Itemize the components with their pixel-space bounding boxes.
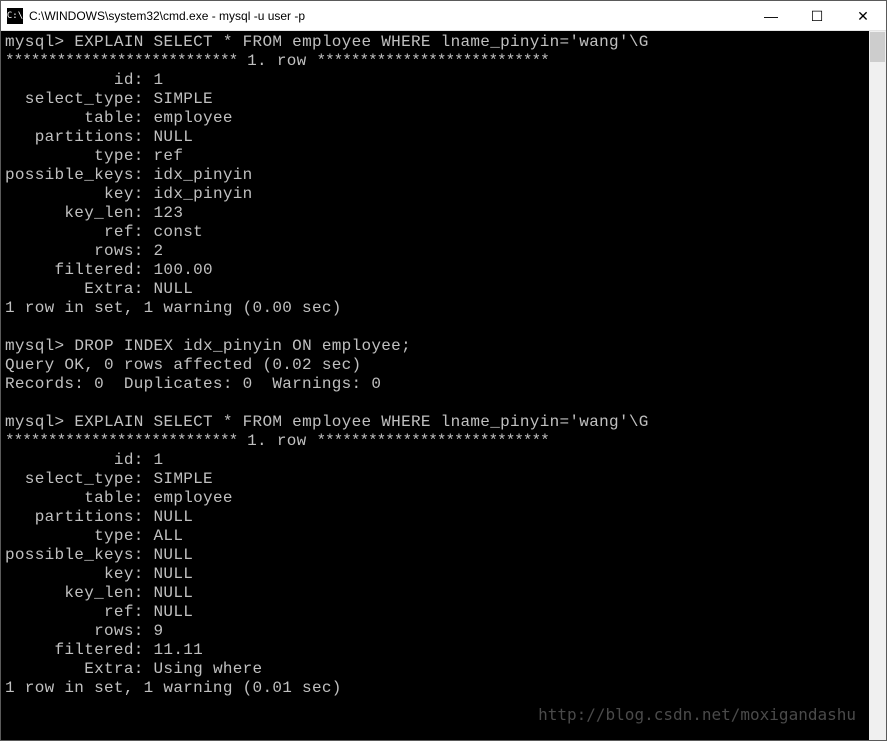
drop-result-2: Records: 0 Duplicates: 0 Warnings: 0 [5, 375, 381, 393]
minimize-button[interactable]: — [748, 1, 794, 31]
explain2-key: NULL [154, 565, 194, 583]
maximize-button[interactable]: ☐ [794, 1, 840, 31]
explain1-key: idx_pinyin [154, 185, 253, 203]
window-controls: — ☐ ✕ [748, 1, 886, 30]
window-title: C:\WINDOWS\system32\cmd.exe - mysql -u u… [29, 9, 748, 23]
explain2-key-len: NULL [154, 584, 194, 602]
explain1-key-len: 123 [154, 204, 184, 222]
row-header: 1. row [237, 52, 316, 70]
explain2-extra: Using where [154, 660, 263, 678]
explain2-select-type: SIMPLE [154, 470, 213, 488]
close-button[interactable]: ✕ [840, 1, 886, 31]
explain2-type: ALL [154, 527, 184, 545]
explain1-table: employee [154, 109, 233, 127]
scrollbar[interactable] [869, 31, 886, 740]
terminal-output[interactable]: mysql> EXPLAIN SELECT * FROM employee WH… [1, 31, 869, 740]
row-separator-right: *************************** [316, 52, 548, 70]
explain2-ref: NULL [154, 603, 194, 621]
explain1-possible-keys: idx_pinyin [154, 166, 253, 184]
query-2: DROP INDEX idx_pinyin ON employee; [74, 337, 411, 355]
explain2-possible-keys: NULL [154, 546, 194, 564]
result-2: 1 row in set, 1 warning (0.01 sec) [5, 679, 342, 697]
explain2-table: employee [154, 489, 233, 507]
query-3: EXPLAIN SELECT * FROM employee WHERE lna… [74, 413, 648, 431]
query-1: EXPLAIN SELECT * FROM employee WHERE lna… [74, 33, 648, 51]
scrollbar-thumb[interactable] [870, 32, 885, 62]
explain1-id: 1 [154, 71, 164, 89]
explain2-rows: 9 [154, 622, 164, 640]
row-separator-right: *************************** [316, 432, 548, 450]
prompt: mysql> [5, 33, 64, 51]
app-icon: C:\ [7, 8, 23, 24]
explain1-partitions: NULL [154, 128, 194, 146]
prompt: mysql> [5, 413, 64, 431]
prompt: mysql> [5, 337, 64, 355]
cmd-window: C:\ C:\WINDOWS\system32\cmd.exe - mysql … [0, 0, 887, 741]
titlebar[interactable]: C:\ C:\WINDOWS\system32\cmd.exe - mysql … [1, 1, 886, 31]
explain1-type: ref [154, 147, 184, 165]
explain2-filtered: 11.11 [154, 641, 204, 659]
explain1-filtered: 100.00 [154, 261, 213, 279]
explain1-extra: NULL [154, 280, 194, 298]
explain2-id: 1 [154, 451, 164, 469]
explain1-select-type: SIMPLE [154, 90, 213, 108]
row-header: 1. row [237, 432, 316, 450]
result-1: 1 row in set, 1 warning (0.00 sec) [5, 299, 342, 317]
row-separator-left: *************************** [5, 432, 237, 450]
explain1-rows: 2 [154, 242, 164, 260]
drop-result-1: Query OK, 0 rows affected (0.02 sec) [5, 356, 361, 374]
explain2-partitions: NULL [154, 508, 194, 526]
terminal-area: mysql> EXPLAIN SELECT * FROM employee WH… [1, 31, 886, 740]
row-separator-left: *************************** [5, 52, 237, 70]
explain1-ref: const [154, 223, 204, 241]
